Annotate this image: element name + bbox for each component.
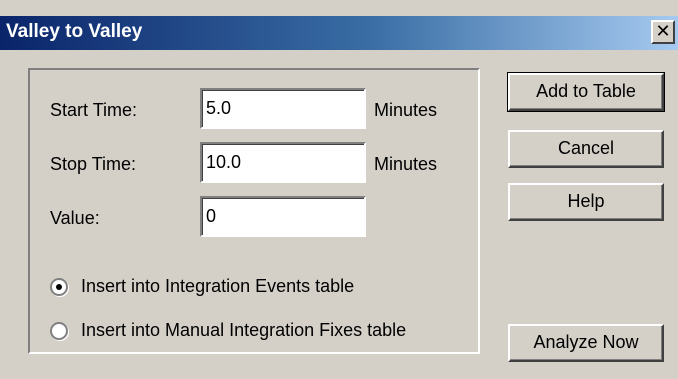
add-to-table-button[interactable]: Add to Table [507, 72, 665, 112]
option-manual-integration-fixes-label: Insert into Manual Integration Fixes tab… [81, 320, 407, 340]
valley-to-valley-dialog: Valley to Valley ✕ Start Time: Minutes S… [0, 0, 678, 379]
option-integration-events-label: Insert into Integration Events table [81, 276, 355, 296]
value-label: Value: [50, 208, 100, 228]
radio-button-selected[interactable] [50, 278, 68, 296]
help-button[interactable]: Help [508, 183, 664, 221]
start-time-input[interactable] [200, 88, 366, 129]
start-time-unit: Minutes [374, 100, 438, 120]
stop-time-unit: Minutes [374, 154, 438, 174]
start-time-label: Start Time: [50, 100, 138, 120]
cancel-button[interactable]: Cancel [508, 130, 664, 168]
close-icon: ✕ [655, 21, 671, 41]
value-input[interactable] [200, 196, 366, 237]
radio-button-unselected[interactable] [50, 322, 68, 340]
integration-parameters-group: Start Time: Minutes Stop Time: Minutes V… [28, 68, 480, 354]
analyze-now-button[interactable]: Analyze Now [508, 324, 664, 362]
option-integration-events[interactable]: Insert into Integration Events table [50, 276, 470, 300]
stop-time-label: Stop Time: [50, 154, 137, 174]
title-bar[interactable]: Valley to Valley ✕ [0, 16, 678, 50]
radio-dot-icon [56, 284, 62, 290]
stop-time-input[interactable] [200, 142, 366, 183]
option-manual-integration-fixes[interactable]: Insert into Manual Integration Fixes tab… [50, 320, 470, 344]
close-button[interactable]: ✕ [651, 20, 675, 44]
window-title: Valley to Valley [6, 21, 143, 42]
